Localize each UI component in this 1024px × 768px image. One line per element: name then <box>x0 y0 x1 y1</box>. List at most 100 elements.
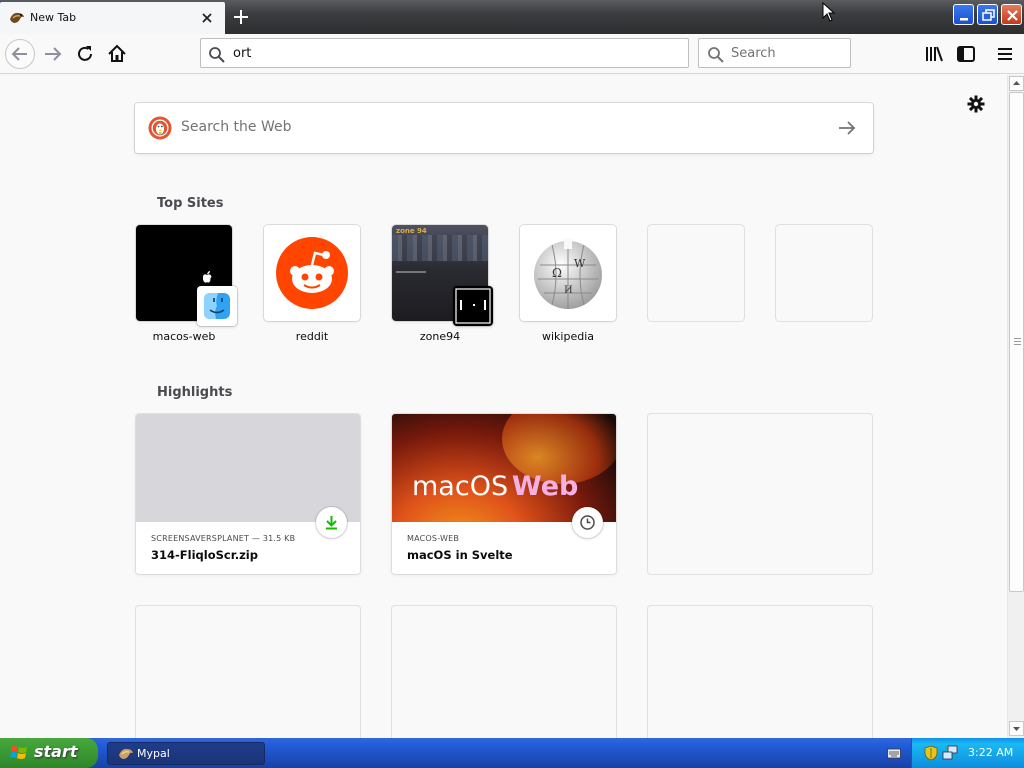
clock-icon <box>580 515 595 530</box>
scroll-grip <box>1014 344 1021 345</box>
home-icon[interactable] <box>105 42 129 66</box>
navigation-toolbar: ort Search <box>0 34 1024 74</box>
card-source: MACOS-WEB <box>407 534 460 543</box>
new-tab-plus-icon[interactable] <box>230 6 252 28</box>
scroll-grip <box>1014 338 1021 339</box>
site-label: reddit <box>295 330 329 343</box>
triangle-down-icon <box>1013 727 1020 731</box>
card-badge <box>572 507 603 538</box>
card-title: macOS in Svelte <box>407 548 513 562</box>
tab-title: New Tab <box>30 11 77 24</box>
clock: 3:22 AM <box>968 746 1014 759</box>
top-site-empty[interactable] <box>648 225 744 321</box>
top-site-macos-web[interactable]: macos-web <box>136 225 237 343</box>
card-preview-placeholder <box>136 414 360 522</box>
card-title: 314-FliqloScr.zip <box>151 548 258 562</box>
highlight-card-empty <box>392 606 616 738</box>
top-site-empty[interactable] <box>776 225 872 321</box>
card-badge <box>316 507 347 538</box>
scroll-grip <box>1014 341 1021 342</box>
site-label: macos-web <box>152 330 216 343</box>
restore-button[interactable] <box>977 4 998 25</box>
start-label: start <box>34 742 78 761</box>
highlight-card-empty <box>648 606 872 738</box>
gear-icon[interactable] <box>966 94 986 114</box>
minimize-button[interactable] <box>953 4 974 25</box>
windows-logo-icon <box>10 746 27 759</box>
taskbar-item-mypal[interactable]: Mypal <box>107 742 265 765</box>
url-bar[interactable]: ort <box>200 38 689 68</box>
empty-site-placeholder <box>648 225 744 321</box>
web-search-box[interactable]: Search the Web <box>135 103 873 153</box>
search-icon <box>209 47 225 63</box>
macos-web-wordmark-accent: Web <box>511 471 579 502</box>
close-icon <box>1007 10 1018 21</box>
zone94-favicon-icon <box>455 288 491 324</box>
highlights-heading: Highlights <box>157 385 233 400</box>
highlight-card-empty <box>136 606 360 738</box>
security-shield-icon[interactable] <box>924 745 938 761</box>
download-icon <box>326 516 337 530</box>
network-icon[interactable] <box>942 745 958 761</box>
zone94-thumb-title: zone 94 <box>396 227 427 235</box>
vertical-scrollbar[interactable] <box>1007 75 1024 738</box>
site-badge <box>453 286 493 326</box>
mypal-icon <box>119 748 133 759</box>
macos-web-wordmark: macOS <box>412 471 509 502</box>
apple-logo-icon <box>203 271 212 283</box>
system-tray: 3:22 AM <box>911 738 1024 768</box>
new-tab-page: Search the Web Top Sites macos-web reddi… <box>0 75 1007 738</box>
taskbar-item-label: Mypal <box>137 747 170 760</box>
svg-text:Ω: Ω <box>552 266 562 280</box>
top-sites-heading: Top Sites <box>157 196 224 211</box>
card-source: SCREENSAVERSPLANET — 31.5 KB <box>151 534 296 543</box>
wikipedia-globe-icon: Ω W И <box>534 239 602 309</box>
mypal-favicon-icon <box>10 12 24 23</box>
site-badge <box>197 286 237 326</box>
menu-hamburger-icon[interactable] <box>993 42 1017 66</box>
start-button[interactable]: start <box>0 738 98 768</box>
back-arrow-icon <box>11 47 27 61</box>
search-input[interactable]: Search <box>731 46 776 61</box>
empty-site-placeholder <box>776 225 872 321</box>
card-preview-image: macOS Web <box>392 414 616 522</box>
triangle-up-icon <box>1013 81 1020 85</box>
forward-arrow-icon[interactable] <box>41 42 65 66</box>
sidebar-icon[interactable] <box>954 42 978 66</box>
site-thumbnail: Ω W И <box>520 225 616 321</box>
minimize-icon <box>960 18 968 21</box>
top-site-reddit[interactable]: reddit <box>264 225 360 343</box>
url-input[interactable]: ort <box>233 46 251 61</box>
reddit-logo-icon <box>276 237 348 309</box>
top-site-zone94[interactable]: zone 94 zone94 <box>392 225 493 343</box>
site-label: wikipedia <box>541 330 594 343</box>
highlight-card-download[interactable]: SCREENSAVERSPLANET — 31.5 KB 314-FliqloS… <box>136 414 360 574</box>
site-thumbnail <box>264 225 360 321</box>
windows-taskbar: start Mypal 3:22 AM <box>0 738 1024 768</box>
library-icon[interactable] <box>922 42 946 66</box>
site-label: zone94 <box>419 330 461 343</box>
tab-new-tab[interactable]: New Tab <box>0 2 225 34</box>
svg-text:W: W <box>574 257 586 270</box>
highlight-card-macos-web[interactable]: macOS Web MACOS-WEB macOS in Svelte <box>392 414 616 574</box>
close-tab-icon[interactable] <box>199 10 215 26</box>
top-site-wikipedia[interactable]: Ω W И wikipedia <box>520 225 616 343</box>
search-bar[interactable]: Search <box>698 38 851 68</box>
scroll-up-button[interactable] <box>1009 76 1024 91</box>
svg-text:И: И <box>564 285 573 296</box>
search-icon <box>708 47 724 63</box>
keyboard-icon[interactable] <box>887 747 901 759</box>
mouse-cursor-icon <box>822 2 836 22</box>
highlight-card-empty <box>648 414 872 574</box>
scroll-down-button[interactable] <box>1009 721 1024 736</box>
duckduckgo-logo-icon <box>148 116 172 140</box>
finder-icon <box>204 293 230 319</box>
scroll-thumb[interactable] <box>1009 92 1024 592</box>
web-search-input[interactable]: Search the Web <box>181 119 292 135</box>
reload-icon[interactable] <box>73 42 97 66</box>
restore-icon <box>982 9 995 21</box>
close-window-button[interactable] <box>1001 4 1022 25</box>
back-button[interactable] <box>5 39 35 69</box>
arrow-right-icon[interactable] <box>836 118 858 138</box>
tab-strip: New Tab <box>0 0 1024 34</box>
